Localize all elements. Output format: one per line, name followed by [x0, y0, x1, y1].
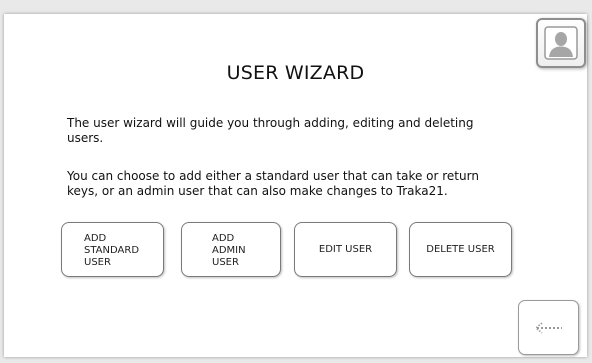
- button-label-line: USER: [212, 257, 239, 268]
- user-profile-button[interactable]: [536, 18, 586, 68]
- edit-user-button[interactable]: EDIT USER: [294, 222, 397, 277]
- button-label-line: STANDARD: [84, 245, 140, 256]
- admin-info-text: You can choose to add either a standard …: [67, 169, 479, 198]
- add-standard-user-button[interactable]: ADD STANDARD USER: [61, 222, 164, 277]
- button-label-line: ADD: [212, 233, 235, 244]
- button-label: DELETE USER: [426, 243, 495, 255]
- button-label-line: ADMIN: [212, 245, 246, 256]
- user-icon: [544, 26, 578, 60]
- button-label-line: USER: [84, 257, 111, 268]
- button-label: EDIT USER: [318, 243, 373, 255]
- page-title: USER WIZARD: [226, 62, 365, 84]
- intro-text: The user wizard will guide you through a…: [67, 116, 474, 145]
- back-arrow-icon: [534, 321, 562, 334]
- delete-user-button[interactable]: DELETE USER: [409, 222, 512, 277]
- back-button[interactable]: [518, 300, 579, 355]
- button-label-line: ADD: [84, 233, 107, 244]
- user-wizard-screen: USER WIZARD The user wizard will guide y…: [4, 14, 587, 357]
- add-admin-user-button[interactable]: ADD ADMIN USER: [181, 222, 281, 277]
